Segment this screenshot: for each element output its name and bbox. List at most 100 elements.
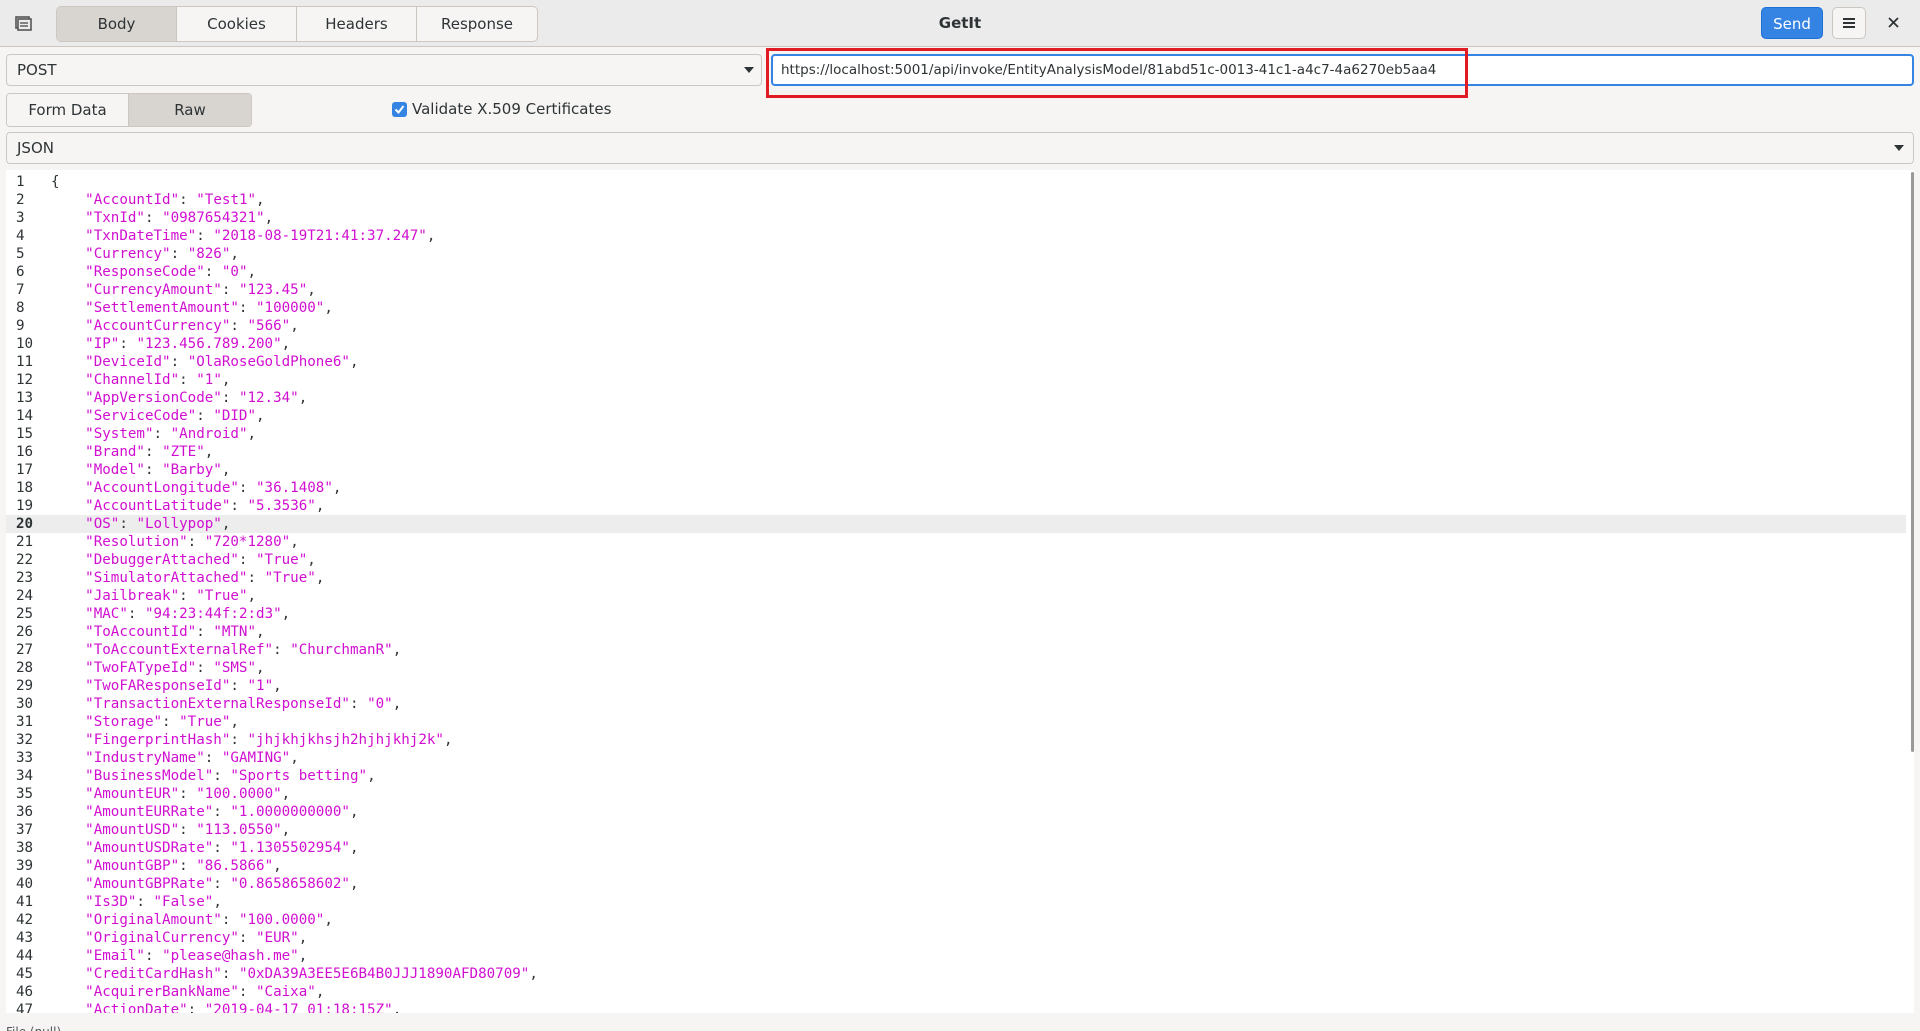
- code-line[interactable]: 10 "IP": "123.456.789.200",: [6, 335, 1906, 353]
- code-text: "ToAccountExternalRef": "ChurchmanR",: [85, 642, 402, 658]
- main-menu-button[interactable]: [1832, 7, 1866, 39]
- code-line[interactable]: 22 "DebuggerAttached": "True",: [6, 551, 1906, 569]
- json-key: "Brand": [85, 444, 145, 460]
- line-number: 20: [16, 516, 34, 532]
- json-value: "0.8658658602": [230, 876, 350, 892]
- json-key: "Email": [85, 948, 145, 964]
- json-value: "1": [247, 678, 274, 694]
- line-number: 41: [16, 894, 34, 910]
- format-select[interactable]: JSON: [6, 132, 1914, 164]
- json-key: "AccountId": [85, 192, 180, 208]
- json-value: "12.34": [238, 390, 299, 406]
- code-line[interactable]: 2 "AccountId": "Test1",: [6, 191, 1906, 209]
- line-number: 1: [16, 174, 25, 190]
- validate-certificates-toggle[interactable]: Validate X.509 Certificates: [392, 100, 611, 118]
- code-line[interactable]: 32 "FingerprintHash": "jhjkhjkhsjh2hjhjk…: [6, 731, 1906, 749]
- url-field[interactable]: [771, 54, 1914, 86]
- code-line[interactable]: 47 "ActionDate": "2019-04-17 01:18:15Z",: [6, 1001, 1906, 1013]
- code-line[interactable]: 17 "Model": "Barby",: [6, 461, 1906, 479]
- json-value: "Sports betting": [230, 768, 368, 784]
- json-key: "AmountGBPRate": [85, 876, 214, 892]
- line-number: 5: [16, 246, 25, 262]
- code-text: "TxnDateTime": "2018-08-19T21:41:37.247"…: [85, 228, 436, 244]
- code-text: "Email": "please@hash.me",: [85, 948, 308, 964]
- json-key: "TwoFAResponseId": [85, 678, 231, 694]
- code-line[interactable]: 40 "AmountGBPRate": "0.8658658602",: [6, 875, 1906, 893]
- code-line[interactable]: 4 "TxnDateTime": "2018-08-19T21:41:37.24…: [6, 227, 1906, 245]
- code-text: "AcquirerBankName": "Caixa",: [85, 984, 325, 1000]
- code-line[interactable]: 44 "Email": "please@hash.me",: [6, 947, 1906, 965]
- code-line[interactable]: 41 "Is3D": "False",: [6, 893, 1906, 911]
- code-line[interactable]: 6 "ResponseCode": "0",: [6, 263, 1906, 281]
- code-line[interactable]: 16 "Brand": "ZTE",: [6, 443, 1906, 461]
- code-line[interactable]: 46 "AcquirerBankName": "Caixa",: [6, 983, 1906, 1001]
- tab-form-data[interactable]: Form Data: [7, 94, 129, 126]
- code-line[interactable]: 30 "TransactionExternalResponseId": "0",: [6, 695, 1906, 713]
- code-line[interactable]: 37 "AmountUSD": "113.0550",: [6, 821, 1906, 839]
- code-line[interactable]: 28 "TwoFATypeId": "SMS",: [6, 659, 1906, 677]
- code-line[interactable]: 11 "DeviceId": "OlaRoseGoldPhone6",: [6, 353, 1906, 371]
- code-line[interactable]: 42 "OriginalAmount": "100.0000",: [6, 911, 1906, 929]
- code-text: "Currency": "826",: [85, 246, 239, 262]
- code-line[interactable]: 45 "CreditCardHash": "0xDA39A3EE5E6B4B0J…: [6, 965, 1906, 983]
- tab-body[interactable]: Body: [57, 7, 177, 41]
- code-line[interactable]: 26 "ToAccountId": "MTN",: [6, 623, 1906, 641]
- code-line[interactable]: 7 "CurrencyAmount": "123.45",: [6, 281, 1906, 299]
- line-number: 38: [16, 840, 34, 856]
- code-line[interactable]: 39 "AmountGBP": "86.5866",: [6, 857, 1906, 875]
- code-text: "Is3D": "False",: [85, 894, 222, 910]
- tab-raw[interactable]: Raw: [129, 94, 251, 126]
- method-select[interactable]: POST: [6, 54, 762, 86]
- code-line[interactable]: 20 "OS": "Lollypop",: [6, 515, 1906, 533]
- json-key: "IndustryName": [85, 750, 205, 766]
- code-text: "TwoFATypeId": "SMS",: [85, 660, 265, 676]
- code-line[interactable]: 1{: [6, 173, 1906, 191]
- code-line[interactable]: 5 "Currency": "826",: [6, 245, 1906, 263]
- editor-scrollbar[interactable]: [1911, 172, 1914, 752]
- code-line[interactable]: 38 "AmountUSDRate": "1.1305502954",: [6, 839, 1906, 857]
- code-line[interactable]: 35 "AmountEUR": "100.0000",: [6, 785, 1906, 803]
- url-input[interactable]: [781, 58, 1901, 82]
- code-line[interactable]: 29 "TwoFAResponseId": "1",: [6, 677, 1906, 695]
- json-key: "SettlementAmount": [85, 300, 239, 316]
- code-line[interactable]: 3 "TxnId": "0987654321",: [6, 209, 1906, 227]
- status-bar: File (null): [0, 1018, 1920, 1031]
- code-text: "ServiceCode": "DID",: [85, 408, 265, 424]
- tab-cookies[interactable]: Cookies: [177, 7, 297, 41]
- code-line[interactable]: 31 "Storage": "True",: [6, 713, 1906, 731]
- code-line[interactable]: 33 "IndustryName": "GAMING",: [6, 749, 1906, 767]
- tab-response[interactable]: Response: [417, 7, 537, 41]
- code-line[interactable]: 34 "BusinessModel": "Sports betting",: [6, 767, 1906, 785]
- validate-checkbox[interactable]: [392, 101, 407, 117]
- json-value: "please@hash.me": [162, 948, 299, 964]
- line-number: 13: [16, 390, 34, 406]
- close-button[interactable]: [1880, 9, 1908, 37]
- json-value: "0xDA39A3EE5E6B4B0JJJ1890AFD80709": [238, 966, 530, 982]
- code-text: "OriginalCurrency": "EUR",: [85, 930, 308, 946]
- code-line[interactable]: 43 "OriginalCurrency": "EUR",: [6, 929, 1906, 947]
- json-value: "ChurchmanR": [290, 642, 393, 658]
- code-line[interactable]: 21 "Resolution": "720*1280",: [6, 533, 1906, 551]
- tab-headers[interactable]: Headers: [297, 7, 417, 41]
- line-number: 43: [16, 930, 34, 946]
- code-line[interactable]: 18 "AccountLongitude": "36.1408",: [6, 479, 1906, 497]
- app-window-icon[interactable]: [14, 14, 32, 32]
- line-number: 19: [16, 498, 34, 514]
- code-line[interactable]: 12 "ChannelId": "1",: [6, 371, 1906, 389]
- code-line[interactable]: 23 "SimulatorAttached": "True",: [6, 569, 1906, 587]
- line-number: 42: [16, 912, 34, 928]
- code-line[interactable]: 24 "Jailbreak": "True",: [6, 587, 1906, 605]
- send-button[interactable]: Send: [1761, 7, 1823, 39]
- body-editor[interactable]: 1{2 "AccountId": "Test1", 3 "TxnId": "098…: [6, 170, 1914, 1013]
- code-line[interactable]: 13 "AppVersionCode": "12.34",: [6, 389, 1906, 407]
- code-line[interactable]: 25 "MAC": "94:23:44f:2:d3",: [6, 605, 1906, 623]
- code-line[interactable]: 15 "System": "Android",: [6, 425, 1906, 443]
- code-line[interactable]: 14 "ServiceCode": "DID",: [6, 407, 1906, 425]
- json-value: "jhjkhjkhsjh2hjhjkhj2k": [247, 732, 444, 748]
- code-line[interactable]: 19 "AccountLatitude": "5.3536",: [6, 497, 1906, 515]
- code-line[interactable]: 9 "AccountCurrency": "566",: [6, 317, 1906, 335]
- code-line[interactable]: 8 "SettlementAmount": "100000",: [6, 299, 1906, 317]
- code-text: "AmountGBP": "86.5866",: [85, 858, 282, 874]
- code-line[interactable]: 36 "AmountEURRate": "1.0000000000",: [6, 803, 1906, 821]
- code-line[interactable]: 27 "ToAccountExternalRef": "ChurchmanR",: [6, 641, 1906, 659]
